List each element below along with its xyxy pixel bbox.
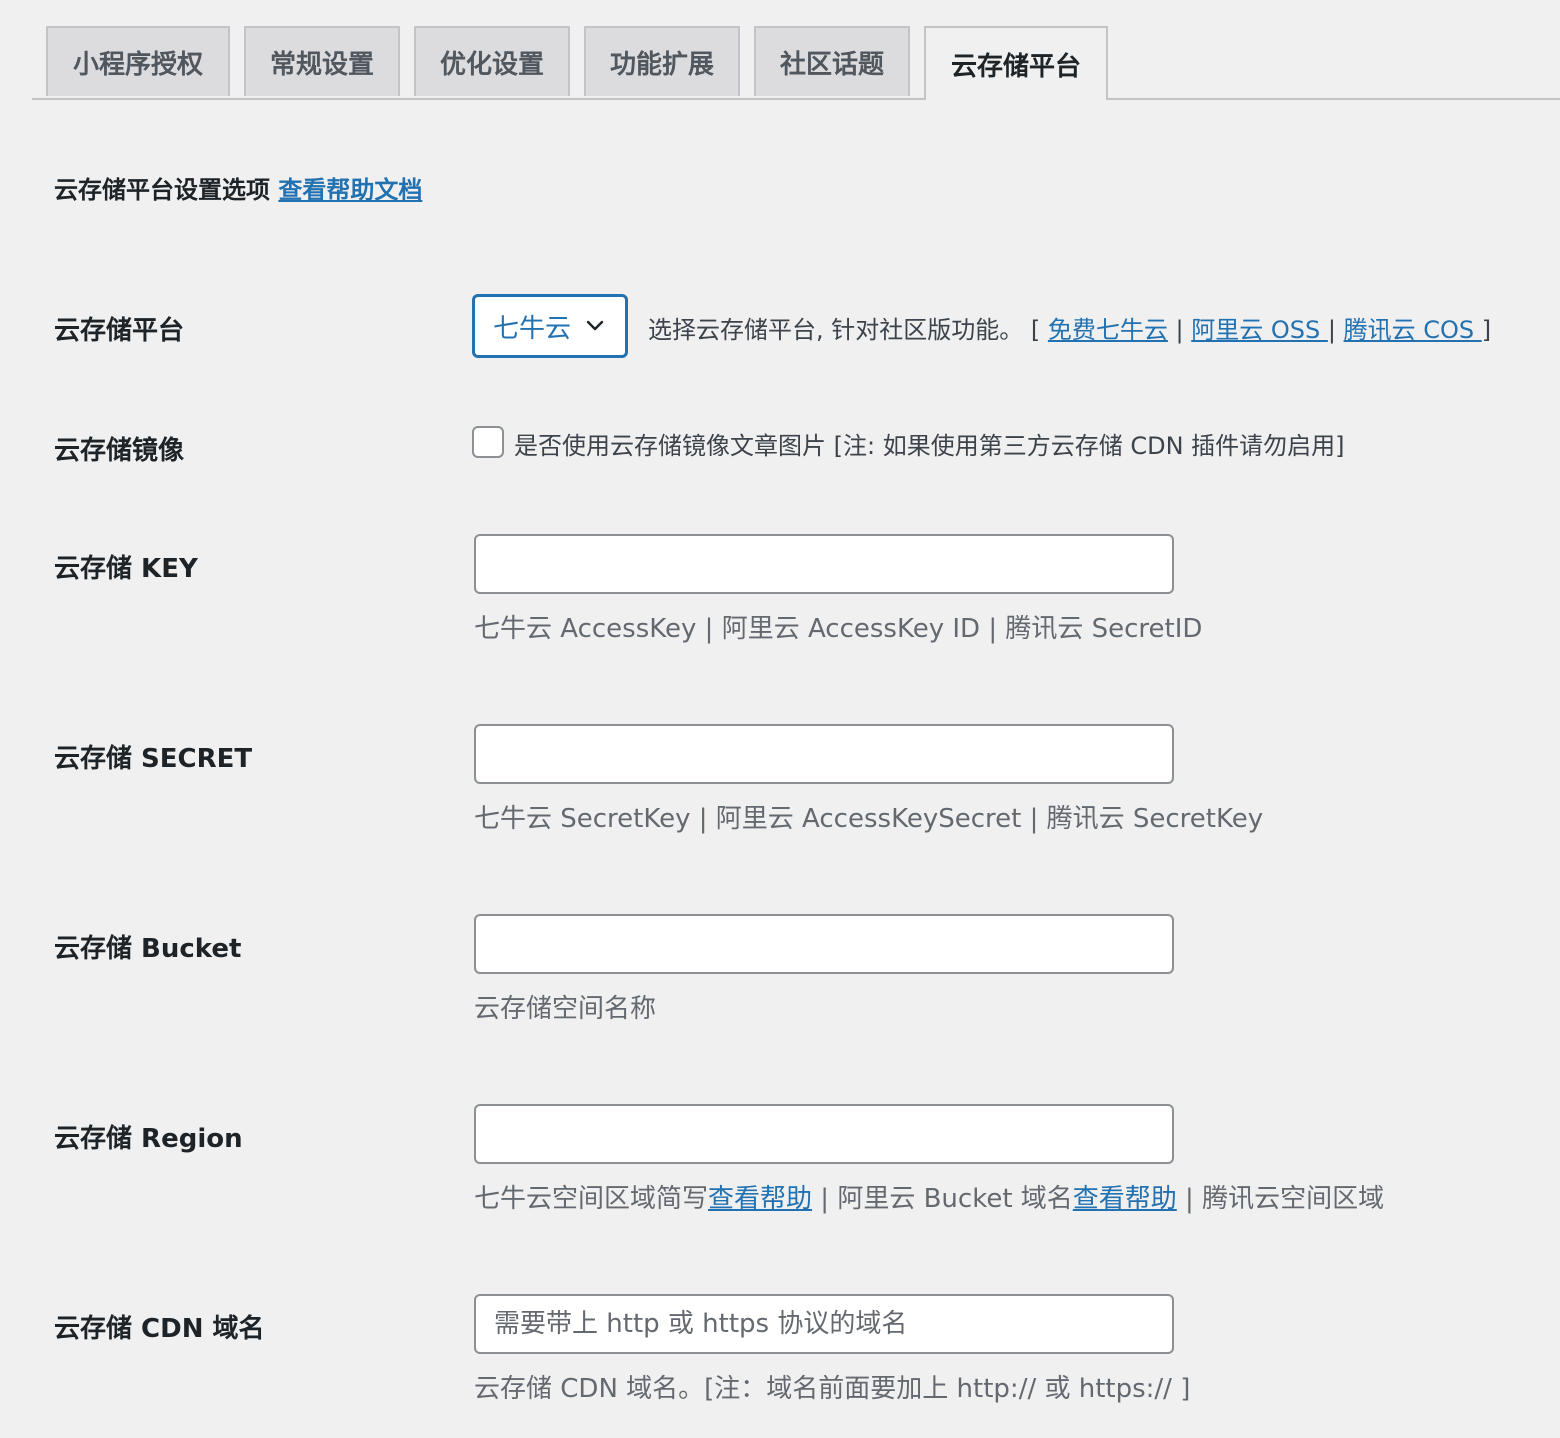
region-desc-tencent: | 腾讯云空间区域 bbox=[1176, 1184, 1385, 1214]
key-description: 七牛云 AccessKey | 阿里云 AccessKey ID | 腾讯云 S… bbox=[474, 614, 1203, 644]
help-docs-link[interactable]: 查看帮助文档 bbox=[278, 176, 422, 204]
qiniu-link[interactable]: 免费七牛云 bbox=[1048, 316, 1168, 344]
tab-general-settings[interactable]: 常规设置 bbox=[244, 26, 400, 96]
region-description: 七牛云空间区域简写查看帮助 | 阿里云 Bucket 域名查看帮助 | 腾讯云空… bbox=[474, 1178, 1384, 1215]
cdn-label: 云存储 CDN 域名 bbox=[54, 1314, 265, 1344]
platform-desc-suffix: ] bbox=[1481, 316, 1492, 344]
secret-label: 云存储 SECRET bbox=[54, 744, 253, 774]
mirror-checkbox-label: 是否使用云存储镜像文章图片 [注: 如果使用第三方云存储 CDN 插件请勿启用] bbox=[514, 432, 1345, 460]
mirror-checkbox[interactable] bbox=[472, 426, 504, 458]
settings-tabs: 小程序授权 常规设置 优化设置 功能扩展 社区话题 云存储平台 bbox=[32, 26, 1560, 100]
mirror-label: 云存储镜像 bbox=[54, 436, 185, 466]
tab-miniprogram-auth[interactable]: 小程序授权 bbox=[46, 26, 230, 96]
tab-feature-extensions[interactable]: 功能扩展 bbox=[584, 26, 740, 96]
key-input[interactable] bbox=[474, 534, 1174, 594]
bucket-input[interactable] bbox=[474, 914, 1174, 974]
section-title-text: 云存储平台设置选项 bbox=[54, 176, 270, 204]
cdn-domain-input[interactable] bbox=[474, 1294, 1174, 1354]
tencent-cos-link[interactable]: 腾讯云 COS bbox=[1344, 316, 1482, 344]
region-input[interactable] bbox=[474, 1104, 1174, 1164]
bucket-label: 云存储 Bucket bbox=[54, 934, 242, 964]
separator: | bbox=[1327, 316, 1344, 344]
section-title: 云存储平台设置选项 查看帮助文档 bbox=[54, 170, 422, 205]
region-help-link-qiniu[interactable]: 查看帮助 bbox=[708, 1184, 812, 1214]
platform-desc-prefix: 选择云存储平台, 针对社区版功能。 [ bbox=[648, 316, 1048, 344]
tab-cloud-storage[interactable]: 云存储平台 bbox=[924, 26, 1108, 100]
aliyun-oss-link[interactable]: 阿里云 OSS bbox=[1191, 316, 1328, 344]
cdn-description: 云存储 CDN 域名。[注：域名前面要加上 http:// 或 https://… bbox=[474, 1374, 1191, 1404]
region-desc-aliyun: | 阿里云 Bucket 域名 bbox=[812, 1184, 1073, 1214]
bucket-description: 云存储空间名称 bbox=[474, 994, 657, 1024]
region-label: 云存储 Region bbox=[54, 1124, 243, 1154]
platform-label: 云存储平台 bbox=[54, 316, 185, 346]
region-help-link-aliyun[interactable]: 查看帮助 bbox=[1073, 1184, 1177, 1214]
platform-select-value: 七牛云 bbox=[493, 313, 572, 344]
secret-input[interactable] bbox=[474, 724, 1174, 784]
separator: | bbox=[1167, 316, 1192, 344]
region-desc-qiniu: 七牛云空间区域简写 bbox=[474, 1184, 709, 1214]
tab-community-topics[interactable]: 社区话题 bbox=[754, 26, 910, 96]
platform-select[interactable]: 七牛云 bbox=[472, 294, 628, 358]
secret-description: 七牛云 SecretKey | 阿里云 AccessKeySecret | 腾讯… bbox=[474, 804, 1264, 834]
chevron-down-icon bbox=[586, 320, 604, 331]
platform-description: 选择云存储平台, 针对社区版功能。 [ 免费七牛云 | 阿里云 OSS | 腾讯… bbox=[648, 310, 1491, 345]
key-label: 云存储 KEY bbox=[54, 554, 198, 584]
tab-optimization-settings[interactable]: 优化设置 bbox=[414, 26, 570, 96]
